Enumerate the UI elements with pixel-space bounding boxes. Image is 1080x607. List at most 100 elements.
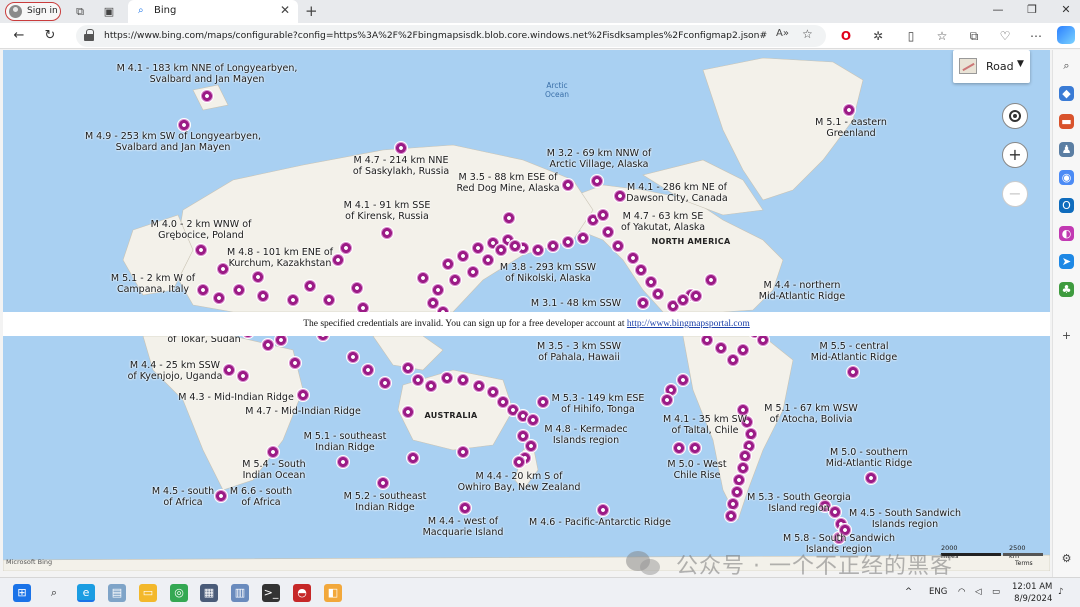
eq-label-12[interactable]: M 5.1 - 2 km W of Campana, Italy	[111, 273, 195, 295]
earthquake-pushpin[interactable]	[350, 281, 364, 295]
earthquake-pushpin[interactable]	[590, 174, 604, 188]
earthquake-pushpin[interactable]	[526, 413, 540, 427]
eq-label-5[interactable]: M 3.5 - 88 km ESE of Red Dog Mine, Alaska	[456, 172, 559, 194]
earthquake-pushpin[interactable]	[651, 287, 665, 301]
earthquake-pushpin[interactable]	[236, 369, 250, 383]
eq-label-3[interactable]: M 4.7 - 214 km NNE of Saskylakh, Russia	[353, 155, 449, 177]
extensions-icon[interactable]: ✲	[870, 28, 886, 44]
earthquake-pushpin[interactable]	[672, 441, 686, 455]
sidebar-search-icon[interactable]: ⌕	[1059, 58, 1074, 73]
locate-me-button[interactable]	[1002, 103, 1028, 129]
earthquake-pushpin[interactable]	[536, 395, 550, 409]
earthquake-pushpin[interactable]	[864, 471, 878, 485]
taskbar-clock[interactable]: 12:01 AM 8/9/2024	[1012, 581, 1052, 605]
eq-label-28[interactable]: M 5.0 - West Chile Rise	[667, 459, 726, 481]
earthquake-pushpin[interactable]	[596, 208, 610, 222]
volume-icon[interactable]: ◁	[975, 587, 982, 597]
eq-label-27[interactable]: M 5.4 - South Indian Ocean	[242, 459, 305, 481]
favorites-icon[interactable]: ☆	[934, 28, 950, 44]
sidebar-tools-icon[interactable]: ▬	[1059, 114, 1074, 129]
earthquake-pushpin[interactable]	[394, 141, 408, 155]
eq-label-26[interactable]: M 5.1 - southeast Indian Ridge	[304, 431, 387, 453]
earthquake-pushpin[interactable]	[502, 211, 516, 225]
earthquake-pushpin[interactable]	[336, 455, 350, 469]
earthquake-pushpin[interactable]	[689, 289, 703, 303]
earthquake-pushpin[interactable]	[611, 239, 625, 253]
earthquake-pushpin[interactable]	[431, 283, 445, 297]
address-bar[interactable]: https://www.bing.com/maps/configurable?c…	[76, 25, 826, 47]
eq-label-14[interactable]: M 4.4 - northern Mid-Atlantic Ridge	[759, 280, 845, 302]
eq-label-35[interactable]: M 4.5 - South Sandwich Islands region	[849, 508, 961, 530]
earthquake-pushpin[interactable]	[636, 296, 650, 310]
app-red-icon[interactable]: ◓	[293, 584, 311, 602]
eq-label-7[interactable]: M 4.1 - 91 km SSE of Kirensk, Russia	[344, 200, 431, 222]
start-button-windows-icon[interactable]: ⊞	[13, 584, 31, 602]
more-menu-icon[interactable]: ⋯	[1028, 28, 1044, 44]
sign-in-button[interactable]: Sign in	[5, 2, 61, 21]
earthquake-pushpin[interactable]	[411, 373, 425, 387]
eq-label-8[interactable]: M 4.7 - 63 km SE of Yakutat, Alaska	[621, 211, 705, 233]
sidebar-microsoft365-icon[interactable]: ◉	[1059, 170, 1074, 185]
earthquake-pushpin[interactable]	[576, 231, 590, 245]
eq-label-34[interactable]: M 5.3 - South Georgia Island region	[747, 492, 851, 514]
earthquake-pushpin[interactable]	[736, 343, 750, 357]
read-aloud-icon[interactable]: A»	[776, 28, 789, 39]
earthquake-pushpin[interactable]	[296, 388, 310, 402]
eq-label-6[interactable]: M 4.1 - 286 km NE of Dawson City, Canada	[626, 182, 728, 204]
earthquake-pushpin[interactable]	[177, 118, 191, 132]
language-indicator[interactable]: ENG	[929, 587, 947, 597]
earthquake-pushpin[interactable]	[724, 509, 738, 523]
earthquake-pushpin[interactable]	[481, 253, 495, 267]
earthquake-pushpin[interactable]	[232, 283, 246, 297]
tray-chevron-up-icon[interactable]: ^	[905, 587, 912, 597]
notifications-bell-icon[interactable]: ♪	[1058, 587, 1063, 597]
earthquake-pushpin[interactable]	[416, 271, 430, 285]
earthquake-pushpin[interactable]	[458, 501, 472, 515]
eq-label-9[interactable]: M 4.0 - 2 km WNW of Grębocice, Poland	[151, 219, 252, 241]
zoom-out-button[interactable]: −	[1002, 181, 1028, 207]
earthquake-pushpin[interactable]	[441, 257, 455, 271]
notepad-icon[interactable]: ▥	[231, 584, 249, 602]
earthquake-pushpin[interactable]	[531, 243, 545, 257]
sidebar-add-icon[interactable]: +	[1059, 328, 1074, 343]
eq-label-20[interactable]: M 4.3 - Mid-Indian Ridge	[178, 392, 294, 403]
earthquake-pushpin[interactable]	[846, 365, 860, 379]
eq-label-32[interactable]: M 6.6 - south of Africa	[230, 486, 292, 508]
earthquake-pushpin[interactable]	[261, 338, 275, 352]
earthquake-pushpin[interactable]	[714, 341, 728, 355]
earthquake-pushpin[interactable]	[471, 241, 485, 255]
eq-label-33[interactable]: M 5.2 - southeast Indian Ridge	[344, 491, 427, 513]
copilot-icon[interactable]	[1057, 26, 1075, 44]
earthquake-pushpin[interactable]	[561, 235, 575, 249]
earthquake-pushpin[interactable]	[494, 243, 508, 257]
refresh-button[interactable]: ↻	[41, 27, 59, 45]
sidebar-games-icon[interactable]: ♟	[1059, 142, 1074, 157]
earthquake-pushpin[interactable]	[676, 293, 690, 307]
earthquake-pushpin[interactable]	[456, 249, 470, 263]
eq-label-4[interactable]: M 3.2 - 69 km NNW of Arctic Village, Alas…	[547, 148, 651, 170]
eq-label-15[interactable]: M 5.1 - eastern Greenland	[815, 117, 887, 139]
earthquake-pushpin[interactable]	[266, 445, 280, 459]
photos-icon[interactable]: ▤	[108, 584, 126, 602]
eq-label-2[interactable]: M 4.9 - 253 km SW of Longyearbyen, Svalba…	[85, 131, 261, 153]
earthquake-pushpin[interactable]	[288, 356, 302, 370]
sidebar-send-icon[interactable]: ➤	[1059, 254, 1074, 269]
eq-label-13[interactable]: M 3.1 - 48 km SSW	[531, 298, 621, 309]
earthquake-pushpin[interactable]	[456, 445, 470, 459]
maximize-button[interactable]: ❐	[1022, 3, 1042, 16]
app-orange-icon[interactable]: ◧	[324, 584, 342, 602]
earthquake-pushpin[interactable]	[561, 178, 575, 192]
sidebar-tag-icon[interactable]: ◆	[1059, 86, 1074, 101]
earthquake-pushpin[interactable]	[596, 503, 610, 517]
earthquake-pushpin[interactable]	[472, 379, 486, 393]
wifi-icon[interactable]: ◠	[958, 587, 965, 597]
earthquake-pushpin[interactable]	[613, 189, 627, 203]
minimize-button[interactable]: —	[988, 3, 1008, 16]
eq-label-23[interactable]: M 4.8 - Kermadec Islands region	[544, 424, 627, 446]
earthquake-pushpin[interactable]	[660, 393, 674, 407]
battery-icon[interactable]: ▭	[992, 587, 1000, 597]
lock-icon[interactable]	[84, 29, 94, 42]
sidebar-outlook-icon[interactable]: O	[1059, 198, 1074, 213]
earthquake-pushpin[interactable]	[286, 293, 300, 307]
eq-label-17[interactable]: M 3.5 - 3 km SSW of Pahala, Hawaii	[537, 341, 621, 363]
